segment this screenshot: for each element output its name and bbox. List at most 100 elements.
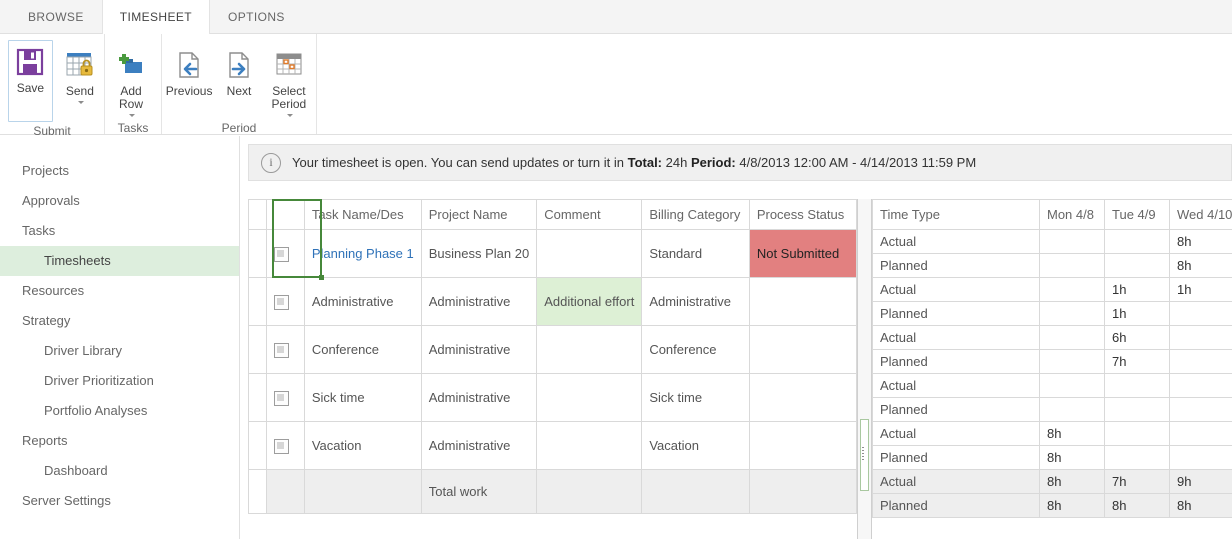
add-row-button[interactable]: Add Row: [105, 44, 157, 121]
cell-billing-category[interactable]: Vacation: [641, 421, 750, 470]
cell-project-name[interactable]: Administrative: [420, 277, 538, 326]
cell-billing-category[interactable]: Administrative: [641, 277, 750, 326]
cell-task-name[interactable]: Administrative: [303, 277, 422, 326]
table-row-actual[interactable]: Actual 8h: [872, 421, 1232, 446]
select-period-button[interactable]: Select Period: [262, 44, 316, 121]
cell-hours-mon[interactable]: [1039, 229, 1105, 254]
sidebar-item-projects[interactable]: Projects: [0, 156, 239, 186]
cell-comment[interactable]: Additional effort: [536, 277, 643, 326]
cell-process-status[interactable]: [748, 325, 857, 374]
cell-hours-mon[interactable]: [1039, 277, 1105, 302]
cell-process-status[interactable]: [748, 421, 857, 470]
table-row[interactable]: Conference Administrative Conference: [248, 325, 857, 374]
row-checkbox-cell[interactable]: [266, 229, 305, 278]
send-dropdown-caret[interactable]: [76, 98, 84, 106]
cell-project-name[interactable]: Administrative: [420, 373, 538, 422]
status-badge[interactable]: Not Submitted: [748, 229, 857, 278]
cell-hours-mon[interactable]: 8h: [1039, 421, 1105, 446]
selection-handle[interactable]: [319, 275, 324, 280]
table-row-planned[interactable]: Planned 8h: [872, 253, 1232, 278]
cell-process-status[interactable]: [748, 373, 857, 422]
row-checkbox-cell[interactable]: [266, 277, 305, 326]
sidebar-item-driver-library[interactable]: Driver Library: [0, 336, 239, 366]
cell-process-status[interactable]: [748, 277, 857, 326]
table-row-planned[interactable]: Planned 8h: [872, 445, 1232, 470]
cell-hours-tue[interactable]: [1104, 373, 1170, 398]
cell-billing-category[interactable]: Standard: [641, 229, 750, 278]
header-task-name[interactable]: Task Name/Des: [303, 199, 422, 230]
sidebar-item-strategy[interactable]: Strategy: [0, 306, 239, 336]
cell-hours-tue[interactable]: [1104, 229, 1170, 254]
sidebar-item-dashboard[interactable]: Dashboard: [0, 456, 239, 486]
table-row-planned[interactable]: Planned: [872, 397, 1232, 422]
table-row[interactable]: Vacation Administrative Vacation: [248, 421, 857, 470]
header-billing-category[interactable]: Billing Category: [641, 199, 750, 230]
cell-comment[interactable]: [536, 229, 643, 278]
cell-hours-wed[interactable]: 1h: [1169, 277, 1232, 302]
cell-task-name[interactable]: Sick time: [303, 373, 422, 422]
table-row-actual[interactable]: Actual 1h 1h: [872, 277, 1232, 302]
cell-task-name[interactable]: Vacation: [303, 421, 422, 470]
table-row-planned[interactable]: Planned 7h: [872, 349, 1232, 374]
table-row-actual[interactable]: Actual: [872, 373, 1232, 398]
cell-comment[interactable]: [536, 421, 643, 470]
row-checkbox-cell[interactable]: [266, 373, 305, 422]
grid-splitter[interactable]: [857, 199, 872, 539]
row-checkbox[interactable]: [274, 342, 290, 358]
cell-hours-wed[interactable]: 8h: [1169, 229, 1232, 254]
row-checkbox-cell[interactable]: [266, 325, 305, 374]
cell-billing-category[interactable]: Conference: [641, 325, 750, 374]
sidebar-item-timesheets[interactable]: Timesheets: [0, 246, 239, 276]
header-wed[interactable]: Wed 4/10: [1169, 199, 1232, 230]
sidebar-item-reports[interactable]: Reports: [0, 426, 239, 456]
cell-hours-tue[interactable]: 1h: [1104, 277, 1170, 302]
task-link[interactable]: Planning Phase 1: [312, 246, 414, 261]
cell-hours-wed[interactable]: [1169, 373, 1232, 398]
tab-browse[interactable]: BROWSE: [10, 0, 102, 33]
table-row[interactable]: Administrative Administrative Additional…: [248, 277, 857, 326]
cell-hours-mon[interactable]: [1039, 373, 1105, 398]
row-checkbox-cell[interactable]: [266, 421, 305, 470]
send-button[interactable]: Send: [56, 44, 104, 108]
tab-timesheet[interactable]: TIMESHEET: [101, 0, 211, 34]
sidebar-item-driver-prioritization[interactable]: Driver Prioritization: [0, 366, 239, 396]
cell-hours-wed[interactable]: [1169, 325, 1232, 350]
next-button[interactable]: Next: [216, 44, 262, 100]
cell-comment[interactable]: [536, 373, 643, 422]
sidebar-item-approvals[interactable]: Approvals: [0, 186, 239, 216]
sidebar-item-server-settings[interactable]: Server Settings: [0, 486, 239, 516]
header-time-type[interactable]: Time Type: [872, 199, 1040, 230]
header-mon[interactable]: Mon 4/8: [1039, 199, 1105, 230]
add-row-dropdown-caret[interactable]: [127, 111, 135, 119]
table-row[interactable]: Planning Phase 1 Business Plan 20 Standa…: [248, 229, 857, 278]
row-checkbox[interactable]: [274, 294, 290, 310]
cell-project-name[interactable]: Administrative: [420, 421, 538, 470]
table-row-actual[interactable]: Actual 6h: [872, 325, 1232, 350]
header-tue[interactable]: Tue 4/9: [1104, 199, 1170, 230]
sidebar-item-resources[interactable]: Resources: [0, 276, 239, 306]
header-select-all[interactable]: [266, 199, 305, 230]
cell-billing-category[interactable]: Sick time: [641, 373, 750, 422]
save-button[interactable]: Save: [8, 40, 53, 122]
cell-task-name[interactable]: Planning Phase 1: [303, 229, 422, 278]
table-row[interactable]: Sick time Administrative Sick time: [248, 373, 857, 422]
header-comment[interactable]: Comment: [536, 199, 643, 230]
cell-hours-wed[interactable]: [1169, 421, 1232, 446]
tab-options[interactable]: OPTIONS: [210, 0, 303, 33]
sidebar-item-portfolio-analyses[interactable]: Portfolio Analyses: [0, 396, 239, 426]
row-checkbox[interactable]: [274, 390, 290, 406]
header-process-status[interactable]: Process Status: [748, 199, 857, 230]
row-checkbox[interactable]: [274, 246, 290, 262]
row-checkbox[interactable]: [274, 438, 290, 454]
table-row-actual[interactable]: Actual 8h: [872, 229, 1232, 254]
cell-project-name[interactable]: Business Plan 20: [420, 229, 538, 278]
cell-comment[interactable]: [536, 325, 643, 374]
cell-project-name[interactable]: Administrative: [420, 325, 538, 374]
cell-hours-tue[interactable]: [1104, 421, 1170, 446]
cell-task-name[interactable]: Conference: [303, 325, 422, 374]
select-period-dropdown-caret[interactable]: [285, 111, 293, 119]
sidebar-item-tasks[interactable]: Tasks: [0, 216, 239, 246]
previous-button[interactable]: Previous: [162, 44, 216, 100]
cell-hours-tue[interactable]: 6h: [1104, 325, 1170, 350]
cell-hours-mon[interactable]: [1039, 325, 1105, 350]
